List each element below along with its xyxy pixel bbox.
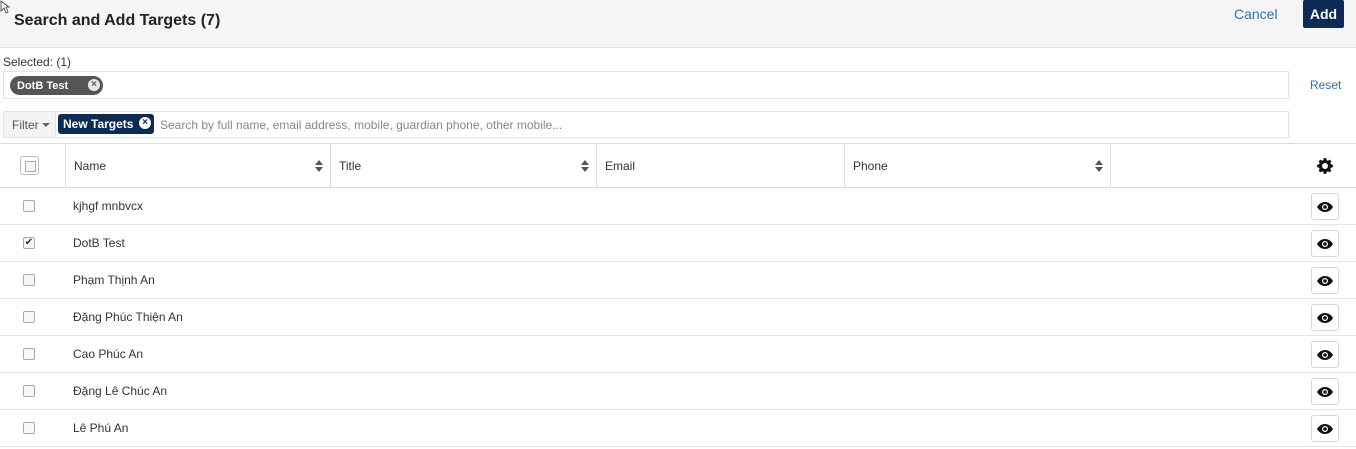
row-name: DotB Test	[73, 236, 125, 250]
table-header: Name Title Email Phone	[0, 143, 1356, 188]
preview-button[interactable]	[1311, 341, 1339, 368]
column-header-phone-label: Phone	[853, 159, 888, 173]
close-icon[interactable]: ×	[88, 79, 100, 91]
column-header-email-label: Email	[605, 159, 636, 173]
table-row[interactable]: Phạm Thịnh An	[0, 262, 1356, 299]
selected-count-label: Selected: (1)	[3, 55, 72, 69]
active-filter-label: New Targets	[63, 117, 134, 131]
table-row[interactable]: ✔ DotB Test	[0, 225, 1356, 262]
row-checkbox[interactable]	[23, 422, 35, 434]
select-all-cell	[0, 144, 66, 188]
preview-button[interactable]	[1311, 304, 1339, 331]
cancel-button[interactable]: Cancel	[1234, 6, 1278, 22]
close-icon[interactable]: ×	[139, 117, 151, 129]
sort-icon	[581, 160, 589, 172]
row-checkbox[interactable]	[23, 274, 35, 286]
preview-button[interactable]	[1311, 230, 1339, 257]
eye-icon	[1317, 386, 1333, 397]
gear-icon[interactable]	[1317, 158, 1333, 174]
add-button[interactable]: Add	[1303, 0, 1344, 28]
row-checkbox-checked[interactable]: ✔	[23, 237, 35, 249]
row-name: kjhgf mnbvcx	[73, 199, 144, 213]
row-name: Lê Phú An	[73, 421, 129, 435]
eye-icon	[1317, 275, 1333, 286]
caret-down-icon	[41, 122, 50, 127]
sort-icon	[315, 160, 323, 172]
row-name: Phạm Thịnh An	[73, 273, 155, 287]
modal-header: Search and Add Targets (7) Cancel Add	[0, 0, 1356, 48]
column-header-phone[interactable]: Phone	[845, 144, 1111, 188]
preview-button[interactable]	[1311, 378, 1339, 405]
preview-button[interactable]	[1311, 415, 1339, 442]
table-row[interactable]: Cao Phúc An	[0, 336, 1356, 373]
reset-button[interactable]: Reset	[1310, 78, 1341, 92]
table-row[interactable]: kjhgf mnbvcx	[0, 188, 1356, 225]
eye-icon	[1317, 349, 1333, 360]
select-all-checkbox[interactable]	[20, 156, 39, 175]
eye-icon	[1317, 201, 1333, 212]
selected-items-box: DotB Test ×	[3, 71, 1289, 99]
table-row[interactable]: Đặng Phúc Thiện An	[0, 299, 1356, 336]
column-header-name-label: Name	[74, 159, 107, 173]
column-header-title-label: Title	[339, 159, 362, 173]
table-row[interactable]: Lê Phú An	[0, 410, 1356, 447]
row-checkbox[interactable]	[23, 385, 35, 397]
selected-pill-label: DotB Test	[17, 79, 69, 92]
eye-icon	[1317, 238, 1333, 249]
row-name: Đặng Phúc Thiện An	[73, 310, 183, 324]
sort-icon	[1095, 160, 1103, 172]
row-checkbox[interactable]	[23, 200, 35, 212]
row-checkbox[interactable]	[23, 311, 35, 323]
row-name: Cao Phúc An	[73, 347, 144, 361]
eye-icon	[1317, 312, 1333, 323]
column-header-email[interactable]: Email	[597, 144, 845, 188]
preview-button[interactable]	[1311, 267, 1339, 294]
row-name: Đặng Lê Chúc An	[73, 384, 168, 398]
selected-pill: DotB Test ×	[10, 76, 103, 95]
filter-search-bar: Filter New Targets ×	[3, 111, 1289, 138]
row-checkbox[interactable]	[23, 348, 35, 360]
table-row[interactable]: Đặng Lê Chúc An	[0, 373, 1356, 410]
mouse-cursor-icon	[0, 0, 10, 14]
column-header-name[interactable]: Name	[66, 144, 331, 188]
page-title: Search and Add Targets (7)	[14, 12, 221, 29]
active-filter-pill: New Targets ×	[58, 114, 154, 134]
preview-button[interactable]	[1311, 193, 1339, 220]
search-input[interactable]	[160, 115, 1260, 135]
eye-icon	[1317, 423, 1333, 434]
filter-button[interactable]: Filter	[4, 112, 56, 137]
column-header-title[interactable]: Title	[331, 144, 597, 188]
filter-button-label: Filter	[12, 117, 39, 132]
